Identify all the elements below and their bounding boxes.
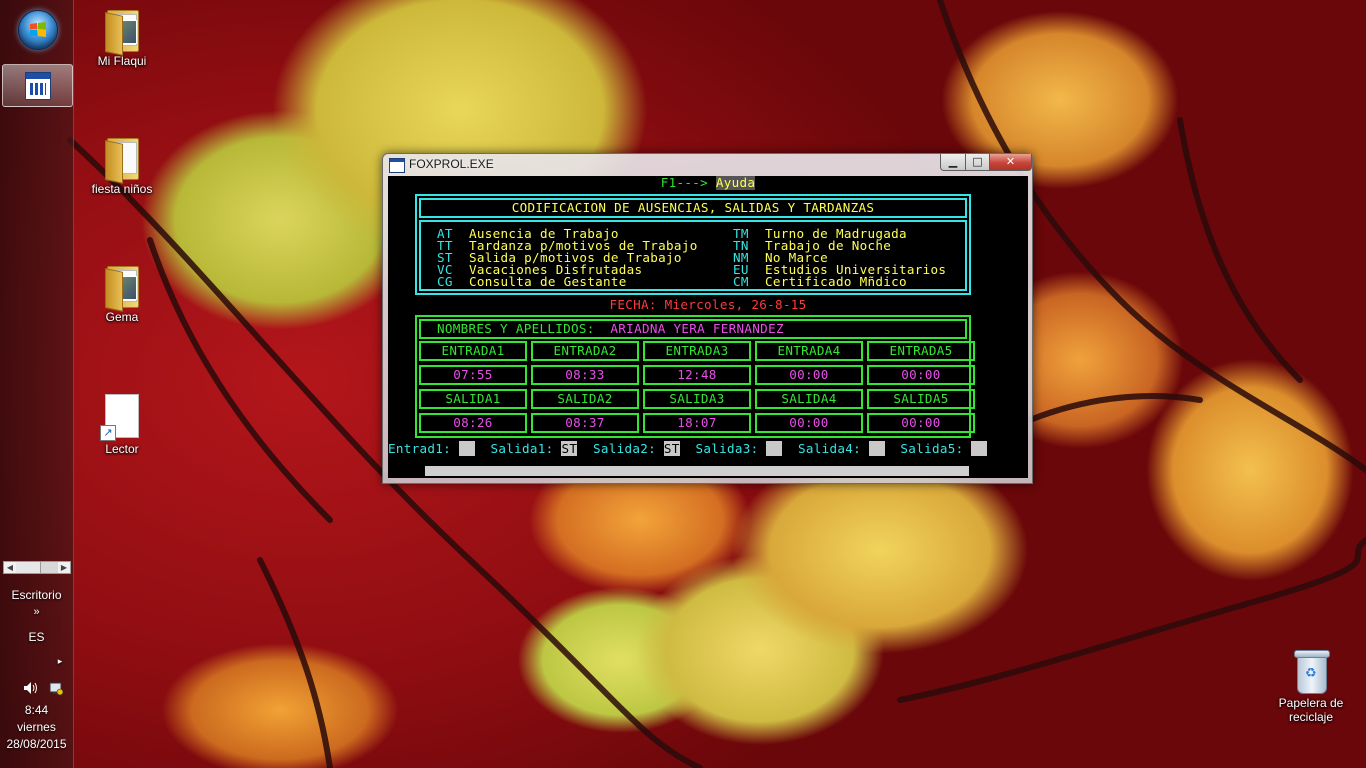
dos-app-icon[interactable] [389, 158, 405, 173]
header-entrada1: ENTRADA1 [419, 341, 527, 361]
desktop-icon-fiesta-ninos[interactable]: fiesta niños [76, 134, 168, 196]
clock-date[interactable]: 28/08/2015 [0, 737, 73, 751]
value-entrada2: 08:33 [531, 365, 639, 385]
foxpro-app-icon [25, 72, 51, 100]
header-salida5: SALIDA5 [867, 389, 975, 409]
taskbar: ◀ ▶ Escritorio » ES ▸ 8:44 viernes 28/08… [0, 0, 74, 768]
header-entrada4: ENTRADA4 [755, 341, 863, 361]
folder-icon [105, 6, 139, 56]
taskbar-foxpro-button[interactable] [2, 64, 73, 107]
header-salida3: SALIDA3 [643, 389, 751, 409]
employee-name-bar: NOMBRES Y APELLIDOS: ARIADNA YERA FERNAN… [419, 319, 967, 339]
field-input-salida4[interactable] [868, 441, 885, 456]
value-salida4: 00:00 [755, 413, 863, 433]
desktop-icon-lector[interactable]: ↗ Lector [76, 394, 168, 456]
desktop-icon-mi-flaqui[interactable]: Mi Flaqui [76, 6, 168, 68]
code-desc-right-5: Certificado Mñdico [765, 274, 907, 289]
console-scrollbar[interactable] [425, 466, 969, 476]
header-entrada3: ENTRADA3 [643, 341, 751, 361]
field-label-salida2: Salida2: [592, 441, 657, 456]
header-salida2: SALIDA2 [531, 389, 639, 409]
name-label: NOMBRES Y APELLIDOS: [437, 321, 595, 336]
recycle-bin-label-line2: reciclaje [1288, 710, 1333, 724]
header-salida4: SALIDA4 [755, 389, 863, 409]
help-key-prefix: F1---> [660, 176, 716, 190]
code-right-5: CM [733, 274, 749, 289]
desktop-icon-gema[interactable]: Gema [76, 262, 168, 324]
field-input-entrad1[interactable] [458, 441, 475, 456]
code-left-5: CG [437, 274, 453, 289]
close-button[interactable]: ✕ [989, 154, 1032, 171]
desktop-toolbar-label[interactable]: Escritorio [0, 588, 73, 602]
value-entrada4: 00:00 [755, 365, 863, 385]
network-icon[interactable] [49, 682, 64, 696]
folder-icon [105, 134, 139, 184]
value-entrada1: 07:55 [419, 365, 527, 385]
value-salida3: 18:07 [643, 413, 751, 433]
field-input-salida1[interactable]: ST [561, 441, 578, 456]
recycle-bin-label-line1: Papelera de [1278, 696, 1344, 710]
header-salida1: SALIDA1 [419, 389, 527, 409]
header-entrada5: ENTRADA5 [867, 341, 975, 361]
clock-day[interactable]: viernes [0, 720, 73, 734]
desktop-icon-label: fiesta niños [91, 182, 153, 196]
field-label-salida4: Salida4: [797, 441, 861, 456]
language-indicator[interactable]: ES [0, 630, 73, 644]
desktop-icon-label: Lector [105, 442, 139, 456]
clock-time[interactable]: 8:44 [0, 703, 73, 717]
employee-name: ARIADNA YERA FERNANDEZ [610, 321, 784, 336]
recycle-bin-icon: ♻ [1291, 648, 1331, 694]
foxpro-window[interactable]: FOXPROL.EXE ▁ □ ✕ F1---> Ayuda CODIFICAC… [382, 153, 1033, 484]
field-input-salida5[interactable] [971, 441, 988, 456]
field-input-salida2[interactable]: ST [663, 441, 680, 456]
value-salida1: 08:26 [419, 413, 527, 433]
field-label-salida3: Salida3: [695, 441, 759, 456]
speaker-icon[interactable] [24, 682, 37, 694]
system-tray-icons [24, 682, 64, 696]
field-label-entrad1: Entrad1: [388, 441, 452, 456]
maximize-button[interactable]: □ [965, 154, 990, 171]
shortcut-document-icon: ↗ [100, 394, 139, 441]
value-salida2: 08:37 [531, 413, 639, 433]
help-label: Ayuda [715, 176, 756, 190]
help-hint: F1---> Ayuda [388, 176, 1028, 190]
value-salida5: 00:00 [867, 413, 975, 433]
desktop-icon-label: Gema [105, 310, 139, 324]
codes-panel-title: CODIFICACION DE AUSENCIAS, SALIDAS Y TAR… [419, 198, 967, 218]
scroll-right-icon[interactable]: ▶ [58, 562, 70, 573]
field-input-salida3[interactable] [766, 441, 783, 456]
toolbar-scrollbar[interactable]: ◀ ▶ [3, 561, 71, 574]
minimize-button[interactable]: ▁ [940, 154, 966, 171]
window-titlebar[interactable]: FOXPROL.EXE ▁ □ ✕ [383, 154, 1032, 175]
start-button[interactable] [18, 10, 58, 50]
input-fields-line: Entrad1: Salida1: ST Salida2: ST Salida3… [388, 441, 988, 456]
field-label-salida1: Salida1: [490, 441, 554, 456]
window-title: FOXPROL.EXE [409, 157, 494, 171]
scroll-left-icon[interactable]: ◀ [4, 562, 16, 573]
chevron-icon[interactable]: » [0, 606, 73, 618]
date-line: FECHA: Miercoles, 26-8-15 [609, 297, 807, 312]
console-area[interactable]: F1---> Ayuda CODIFICACION DE AUSENCIAS, … [388, 176, 1028, 478]
code-desc-left-5: Consulta de Gestante [469, 274, 627, 289]
codes-panel: CODIFICACION DE AUSENCIAS, SALIDAS Y TAR… [415, 194, 971, 295]
field-label-salida5: Salida5: [900, 441, 964, 456]
folder-icon [105, 262, 139, 312]
codes-list: AT Ausencia de Trabajo TT Tardanza p/mot… [419, 220, 967, 291]
expand-tray-icon[interactable]: ▸ [52, 656, 68, 667]
value-entrada5: 00:00 [867, 365, 975, 385]
value-entrada3: 12:48 [643, 365, 751, 385]
desktop-icon-label: Mi Flaqui [97, 54, 147, 68]
desktop-icon-recycle-bin[interactable]: ♻ Papelera de reciclaje [1264, 648, 1358, 724]
windows-logo-icon [30, 22, 46, 37]
attendance-panel: NOMBRES Y APELLIDOS: ARIADNA YERA FERNAN… [415, 315, 975, 438]
header-entrada2: ENTRADA2 [531, 341, 639, 361]
